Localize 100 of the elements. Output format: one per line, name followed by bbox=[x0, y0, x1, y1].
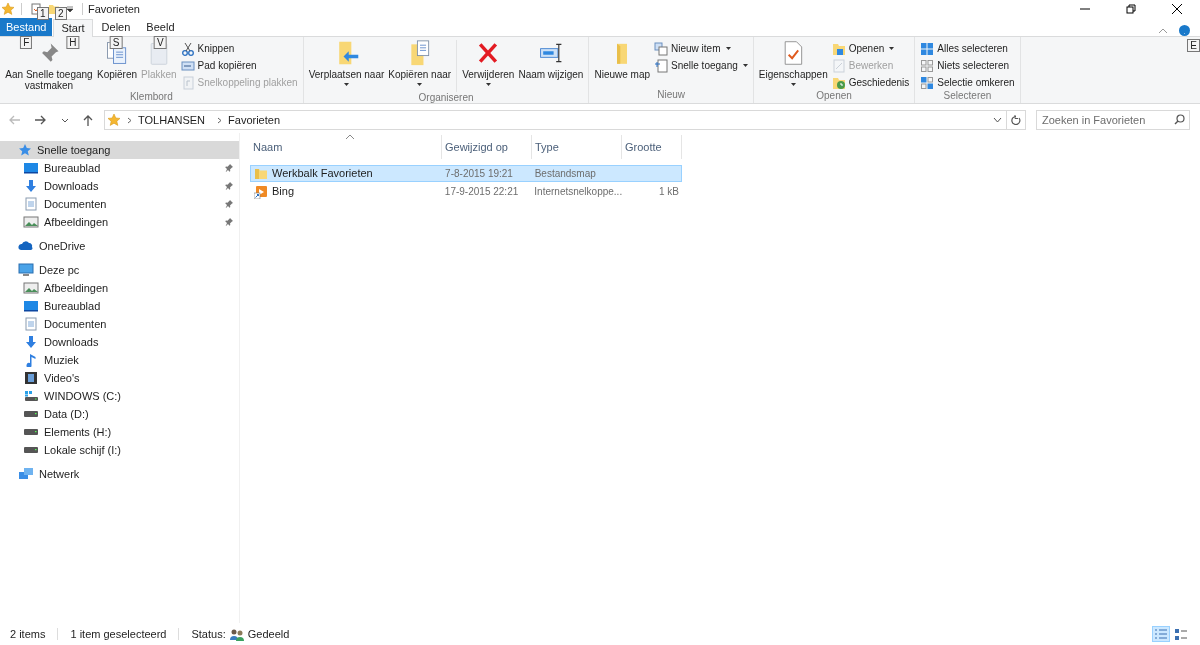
dropdown-caret-icon bbox=[993, 117, 1002, 123]
column-header[interactable]: Naam bbox=[250, 135, 442, 159]
new-item-icon bbox=[654, 41, 669, 56]
navigation-item[interactable]: Documenten bbox=[0, 195, 239, 213]
group-label: Selecteren bbox=[942, 90, 993, 103]
navigation-item[interactable]: WINDOWS (C:) bbox=[0, 387, 239, 405]
navigation-item[interactable]: Deze pc bbox=[0, 261, 239, 279]
navigation-item[interactable]: Downloads bbox=[0, 177, 239, 195]
navigation-item[interactable]: Elements (H:) bbox=[0, 423, 239, 441]
table-cell-text: Werkbalk Favorieten bbox=[272, 166, 373, 182]
star-icon bbox=[107, 113, 121, 127]
navigation-item[interactable]: Downloads bbox=[0, 333, 239, 351]
users-icon bbox=[228, 627, 245, 641]
ribbon-button[interactable]: Verplaatsen naar bbox=[306, 40, 387, 86]
ribbon-button[interactable]: Geschiedenis bbox=[829, 75, 912, 90]
ribbon-button[interactable]: Alles selecteren bbox=[918, 41, 1017, 56]
ribbon-button[interactable]: Snelle toegang bbox=[652, 58, 750, 73]
ribbon-button[interactable]: Niets selecteren bbox=[918, 58, 1017, 73]
table-cell-text: 7-8-2015 19:21 bbox=[445, 167, 513, 181]
ribbon-button[interactable]: Kopiëren naar bbox=[386, 40, 454, 86]
navigation-item[interactable]: Snelle toegang bbox=[0, 141, 239, 159]
table-cell-text: Bing bbox=[272, 184, 295, 200]
ribbon-button[interactable]: Openen bbox=[829, 41, 912, 56]
breadcrumb[interactable]: TOLHANSEN bbox=[138, 111, 206, 129]
keytip: 2 bbox=[55, 7, 67, 20]
navigation-item[interactable]: Netwerk bbox=[0, 465, 239, 483]
ribbon-button[interactable]: Knippen bbox=[178, 41, 300, 56]
download-icon bbox=[23, 179, 39, 193]
column-header[interactable]: Grootte bbox=[622, 135, 682, 159]
dropdown-caret-icon bbox=[66, 6, 74, 12]
ribbon-button[interactable]: Nieuw item bbox=[652, 41, 750, 56]
table-cell-text: 1 kB bbox=[659, 185, 679, 199]
address-bar[interactable]: TOLHANSEN Favorieten bbox=[104, 110, 1026, 130]
picture-icon bbox=[23, 281, 39, 295]
drive-icon bbox=[24, 429, 38, 435]
keytip: F bbox=[20, 36, 33, 49]
navigation-item[interactable]: Video's bbox=[0, 369, 239, 387]
select-all-icon bbox=[920, 41, 935, 56]
navigation-item[interactable]: Data (D:) bbox=[0, 405, 239, 423]
star-icon bbox=[18, 143, 32, 157]
file-row[interactable]: Werkbalk Favorieten 7-8-2015 19:21 Bestandsmap bbox=[250, 165, 682, 182]
ribbon-tab[interactable]: Bestand bbox=[0, 18, 53, 36]
keytip: H bbox=[66, 36, 80, 49]
drive-icon bbox=[23, 389, 39, 403]
ribbon-button[interactable]: Pad kopiëren bbox=[178, 58, 300, 73]
film-icon bbox=[23, 371, 39, 385]
picture-icon bbox=[23, 215, 39, 229]
keytip: E bbox=[1187, 39, 1200, 52]
desktop-icon bbox=[23, 299, 39, 313]
chevron-right-icon bbox=[217, 116, 223, 124]
navigation-item[interactable]: Lokale schijf (I:) bbox=[0, 441, 239, 459]
keytip: V bbox=[154, 36, 167, 49]
forward-arrow-icon bbox=[34, 114, 48, 126]
navigation-item[interactable]: OneDrive bbox=[0, 237, 239, 255]
search-field[interactable]: Zoeken in Favorieten bbox=[1036, 110, 1190, 130]
navigation-item[interactable]: Afbeeldingen bbox=[0, 279, 239, 297]
table-cell-text: Internetsnelkoppe... bbox=[534, 185, 623, 199]
ribbon-button[interactable]: Verwijderen bbox=[460, 40, 517, 86]
dropdown-caret-icon bbox=[344, 83, 349, 86]
ribbon-button[interactable]: Naam wijzigen bbox=[516, 40, 586, 80]
refresh-icon bbox=[1011, 114, 1021, 126]
edit-document-icon bbox=[831, 58, 846, 73]
file-row[interactable]: Bing 17-9-2015 22:21 Internetsnelkoppe... 1 kB bbox=[250, 183, 682, 200]
selection-count: 1 item geselecteerd bbox=[70, 626, 167, 642]
group-label: Openen bbox=[815, 90, 853, 103]
tiles-view-icon bbox=[1174, 628, 1188, 640]
collapse-ribbon-icon bbox=[1159, 28, 1167, 33]
dropdown-caret-icon bbox=[485, 83, 491, 86]
tiles-view-button[interactable] bbox=[1172, 626, 1190, 642]
navigation-item[interactable]: Bureaublad bbox=[0, 297, 239, 315]
ribbon-tab[interactable]: Delen bbox=[94, 18, 138, 36]
scissors-icon bbox=[180, 41, 195, 56]
select-none-icon bbox=[920, 58, 935, 73]
breadcrumb[interactable]: Favorieten bbox=[228, 111, 281, 129]
search-icon bbox=[1174, 114, 1185, 125]
pin-document-icon bbox=[654, 58, 669, 73]
ribbon-tab[interactable]: Start bbox=[53, 19, 93, 37]
column-header[interactable]: Gewijzigd op bbox=[442, 135, 532, 159]
cloud-icon bbox=[18, 239, 34, 253]
navigation-item[interactable]: Documenten bbox=[0, 315, 239, 333]
column-header[interactable]: Type bbox=[532, 135, 622, 159]
desktop-icon bbox=[23, 161, 39, 175]
download-icon bbox=[23, 335, 39, 349]
network-icon bbox=[18, 467, 34, 481]
group-label: Organiseren bbox=[417, 92, 475, 105]
navigation-item[interactable]: Afbeeldingen bbox=[0, 213, 239, 231]
navigation-item[interactable]: Muziek bbox=[0, 351, 239, 369]
navigation-item[interactable]: Bureaublad bbox=[0, 159, 239, 177]
ribbon-button[interactable]: Selectie omkeren bbox=[918, 75, 1017, 90]
dropdown-caret-icon bbox=[417, 83, 423, 86]
status-value: Gedeeld bbox=[247, 626, 290, 642]
shortcut-paste-icon bbox=[180, 75, 195, 90]
details-view-icon bbox=[1154, 628, 1168, 640]
ribbon-tab[interactable]: Beeld bbox=[139, 18, 182, 36]
keytip: 1 bbox=[37, 7, 49, 20]
item-count: 2 items bbox=[10, 626, 46, 642]
ribbon-button[interactable]: Nieuwe map bbox=[592, 40, 653, 80]
music-note-icon bbox=[23, 353, 39, 367]
table-cell-text: Bestandsmap bbox=[534, 167, 596, 181]
ribbon-button[interactable]: Eigenschappen bbox=[756, 40, 830, 86]
